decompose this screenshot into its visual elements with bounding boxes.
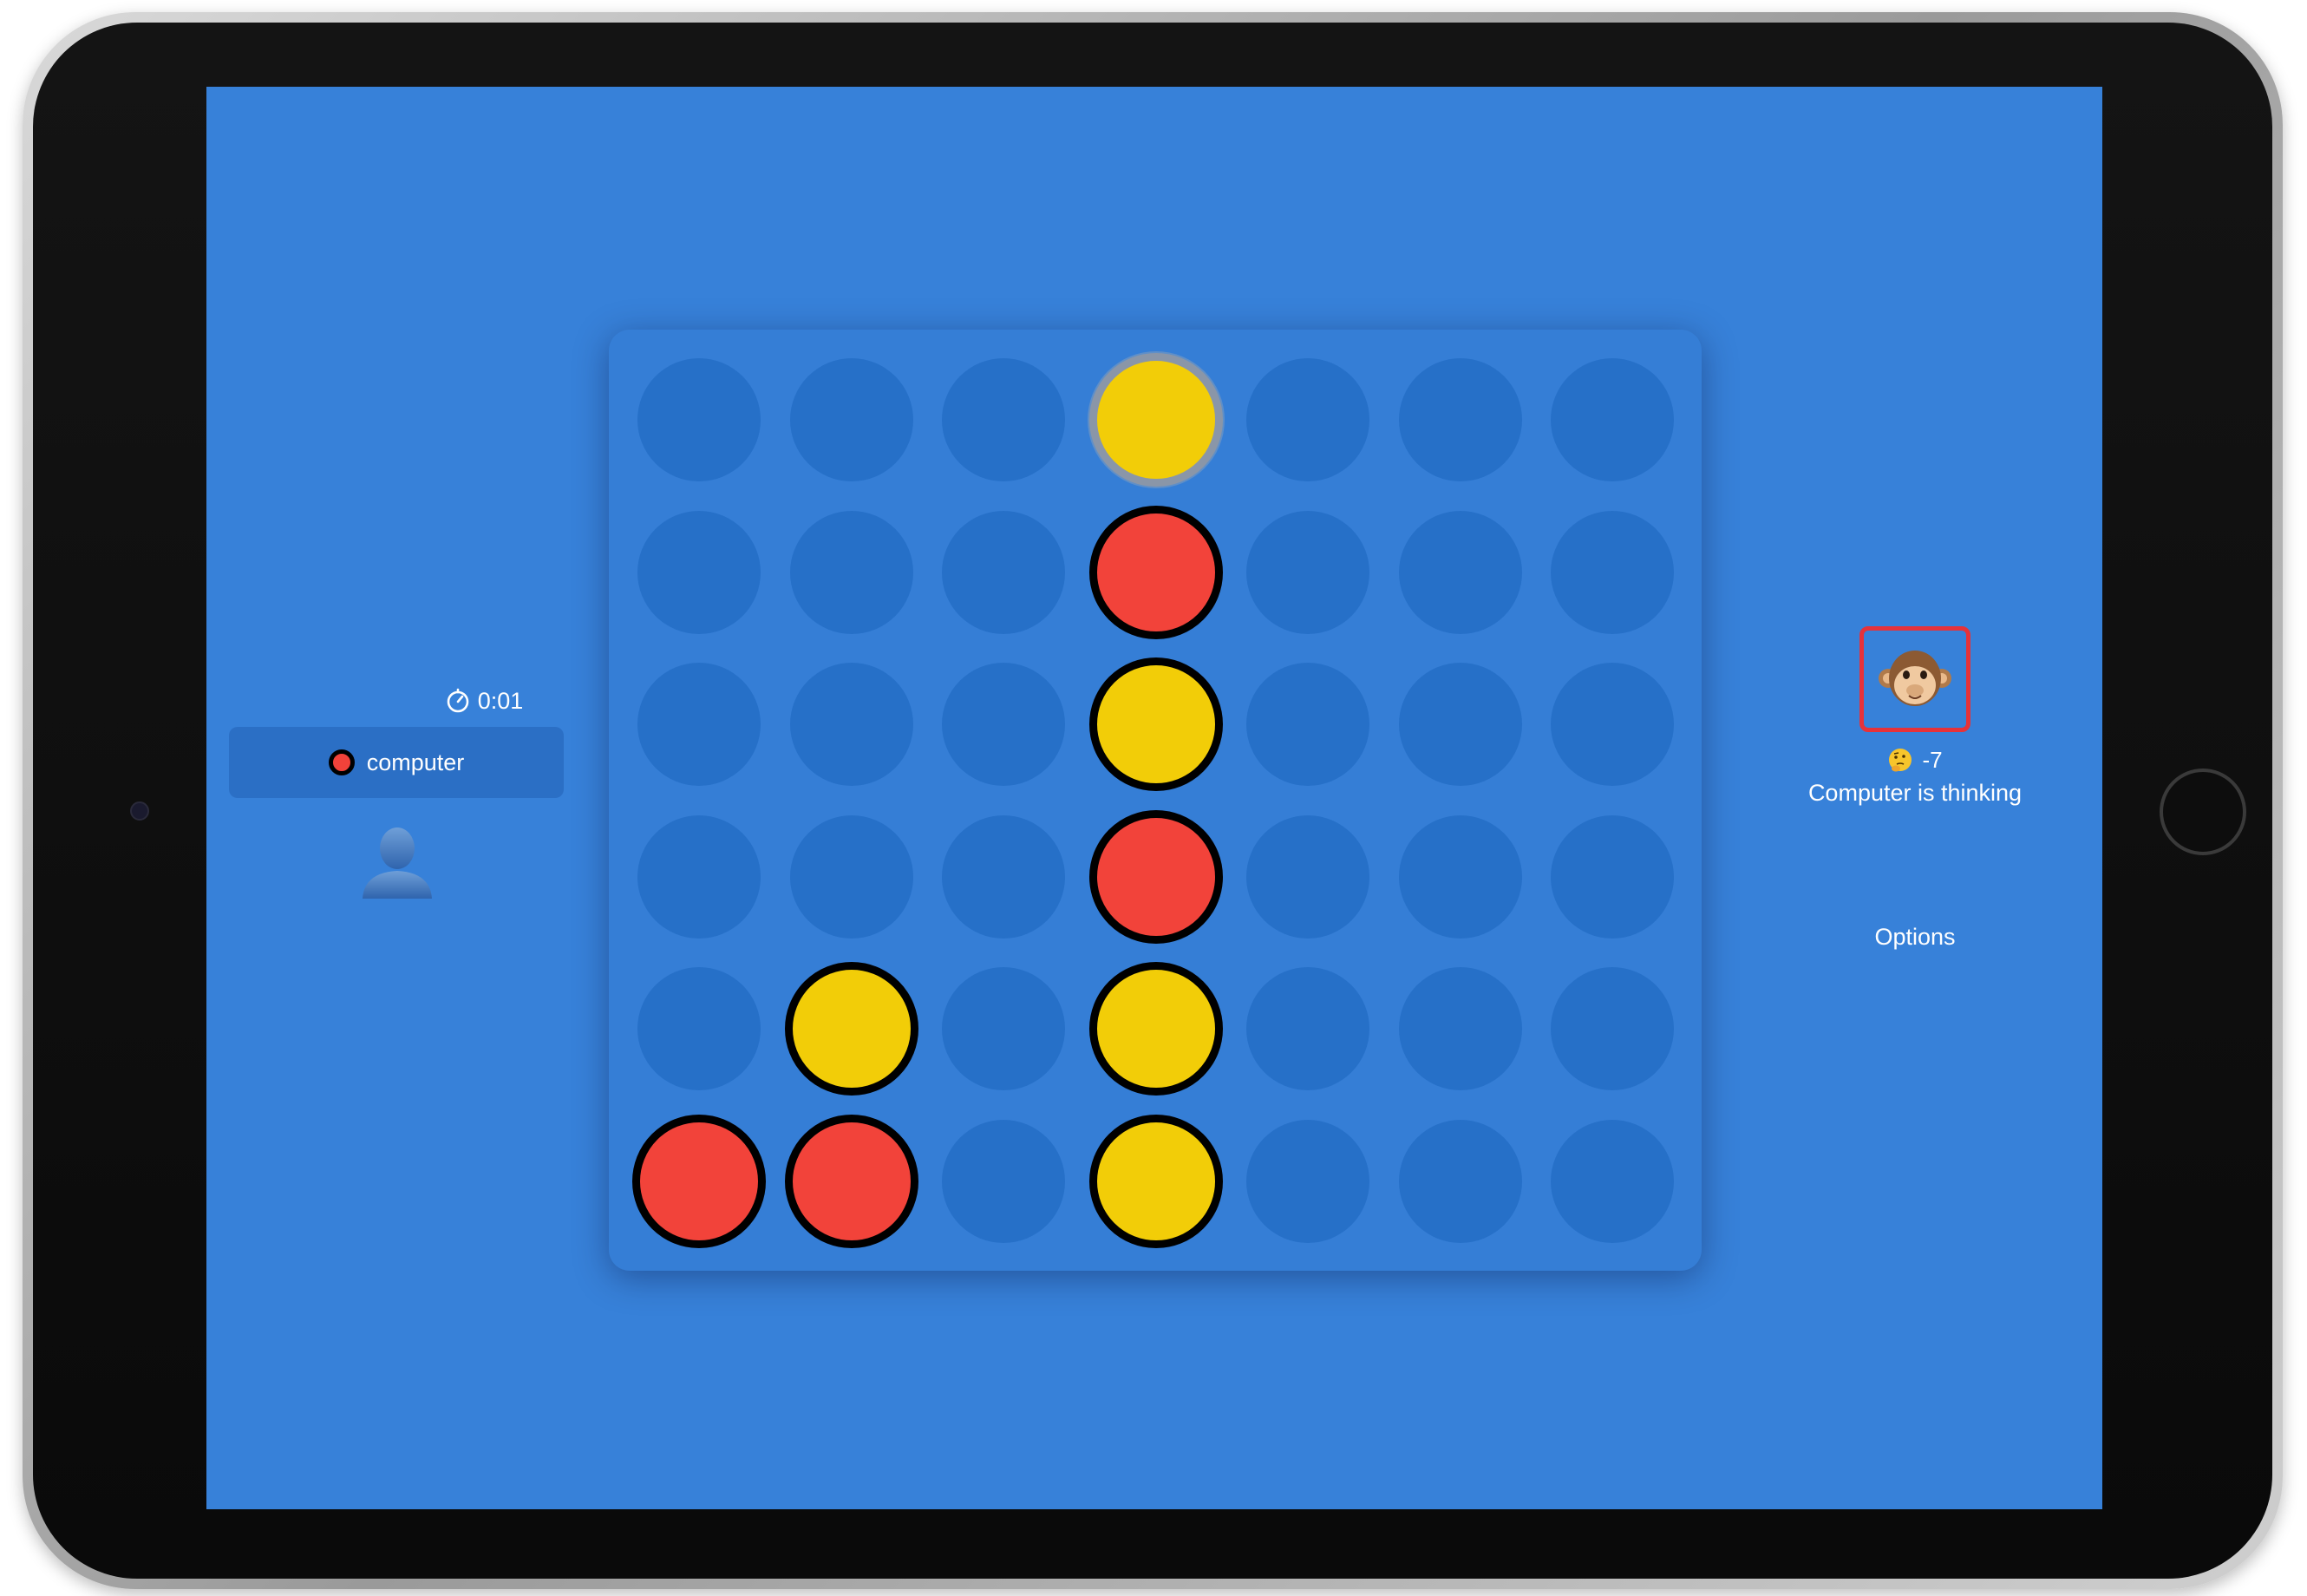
current-player-indicator: computer: [229, 727, 564, 798]
board-slot[interactable]: [637, 358, 761, 481]
red-disc[interactable]: [784, 1114, 918, 1248]
front-camera: [130, 801, 149, 821]
yellow-disc[interactable]: [1088, 1114, 1223, 1248]
board-slot[interactable]: [789, 358, 913, 481]
board-slot[interactable]: [1398, 814, 1522, 939]
evaluation-score: -7: [1776, 744, 2054, 775]
board-slot[interactable]: [637, 663, 761, 786]
options-button[interactable]: Options: [1828, 918, 2002, 956]
board-slot[interactable]: [1551, 510, 1674, 634]
game-screen: 0:01 computer -7 Computer is thinking Op…: [206, 87, 2102, 1509]
yellow-disc[interactable]: [1088, 657, 1223, 791]
home-button[interactable]: [2160, 769, 2246, 855]
board-slot[interactable]: [942, 358, 1065, 481]
board-slot[interactable]: [942, 1119, 1065, 1243]
board-slot[interactable]: [1398, 967, 1522, 1090]
board-slot[interactable]: [789, 663, 913, 786]
yellow-disc[interactable]: [1088, 962, 1223, 1096]
board-slot[interactable]: [1246, 1119, 1369, 1243]
board-slot[interactable]: [1398, 358, 1522, 481]
player-name: computer: [366, 749, 465, 775]
red-disc[interactable]: [1088, 505, 1223, 639]
board-slot[interactable]: [1246, 358, 1369, 481]
yellow-disc[interactable]: [784, 962, 918, 1096]
board-slot[interactable]: [942, 814, 1065, 939]
board-slot[interactable]: [942, 967, 1065, 1090]
score-value: -7: [1922, 746, 1943, 773]
board-slot[interactable]: [789, 814, 913, 939]
board-slot[interactable]: [1551, 814, 1674, 939]
person-silhouette-icon: [363, 827, 432, 899]
board-slot[interactable]: [1246, 814, 1369, 939]
board-slot[interactable]: [1398, 510, 1522, 634]
yellow-disc[interactable]: [1088, 353, 1223, 487]
board-slot[interactable]: [1246, 510, 1369, 634]
board-slot[interactable]: [1551, 1119, 1674, 1243]
board-slot[interactable]: [637, 967, 761, 1090]
thinking-face-icon: [1889, 749, 1912, 772]
red-disc-icon: [328, 749, 355, 775]
board-slot[interactable]: [1551, 663, 1674, 786]
board-slot[interactable]: [1551, 358, 1674, 481]
status-message: Computer is thinking: [1807, 780, 2023, 806]
board-slot[interactable]: [637, 510, 761, 634]
board-slot[interactable]: [942, 510, 1065, 634]
game-timer: 0:01: [354, 684, 614, 718]
board-slot[interactable]: [1398, 663, 1522, 786]
board-slot[interactable]: [789, 510, 913, 634]
timer-value: 0:01: [477, 687, 524, 714]
monkey-face-icon: [1879, 651, 1951, 706]
board-slot[interactable]: [942, 663, 1065, 786]
game-board[interactable]: [609, 330, 1702, 1271]
board-slot[interactable]: [1551, 967, 1674, 1090]
red-disc[interactable]: [1088, 809, 1223, 944]
timer-icon: [447, 688, 469, 713]
board-slot[interactable]: [1246, 663, 1369, 786]
red-disc[interactable]: [632, 1114, 766, 1248]
board-slot[interactable]: [1398, 1119, 1522, 1243]
board-slot[interactable]: [637, 814, 761, 939]
board-slot[interactable]: [1246, 967, 1369, 1090]
opponent-avatar[interactable]: [1859, 626, 1970, 732]
